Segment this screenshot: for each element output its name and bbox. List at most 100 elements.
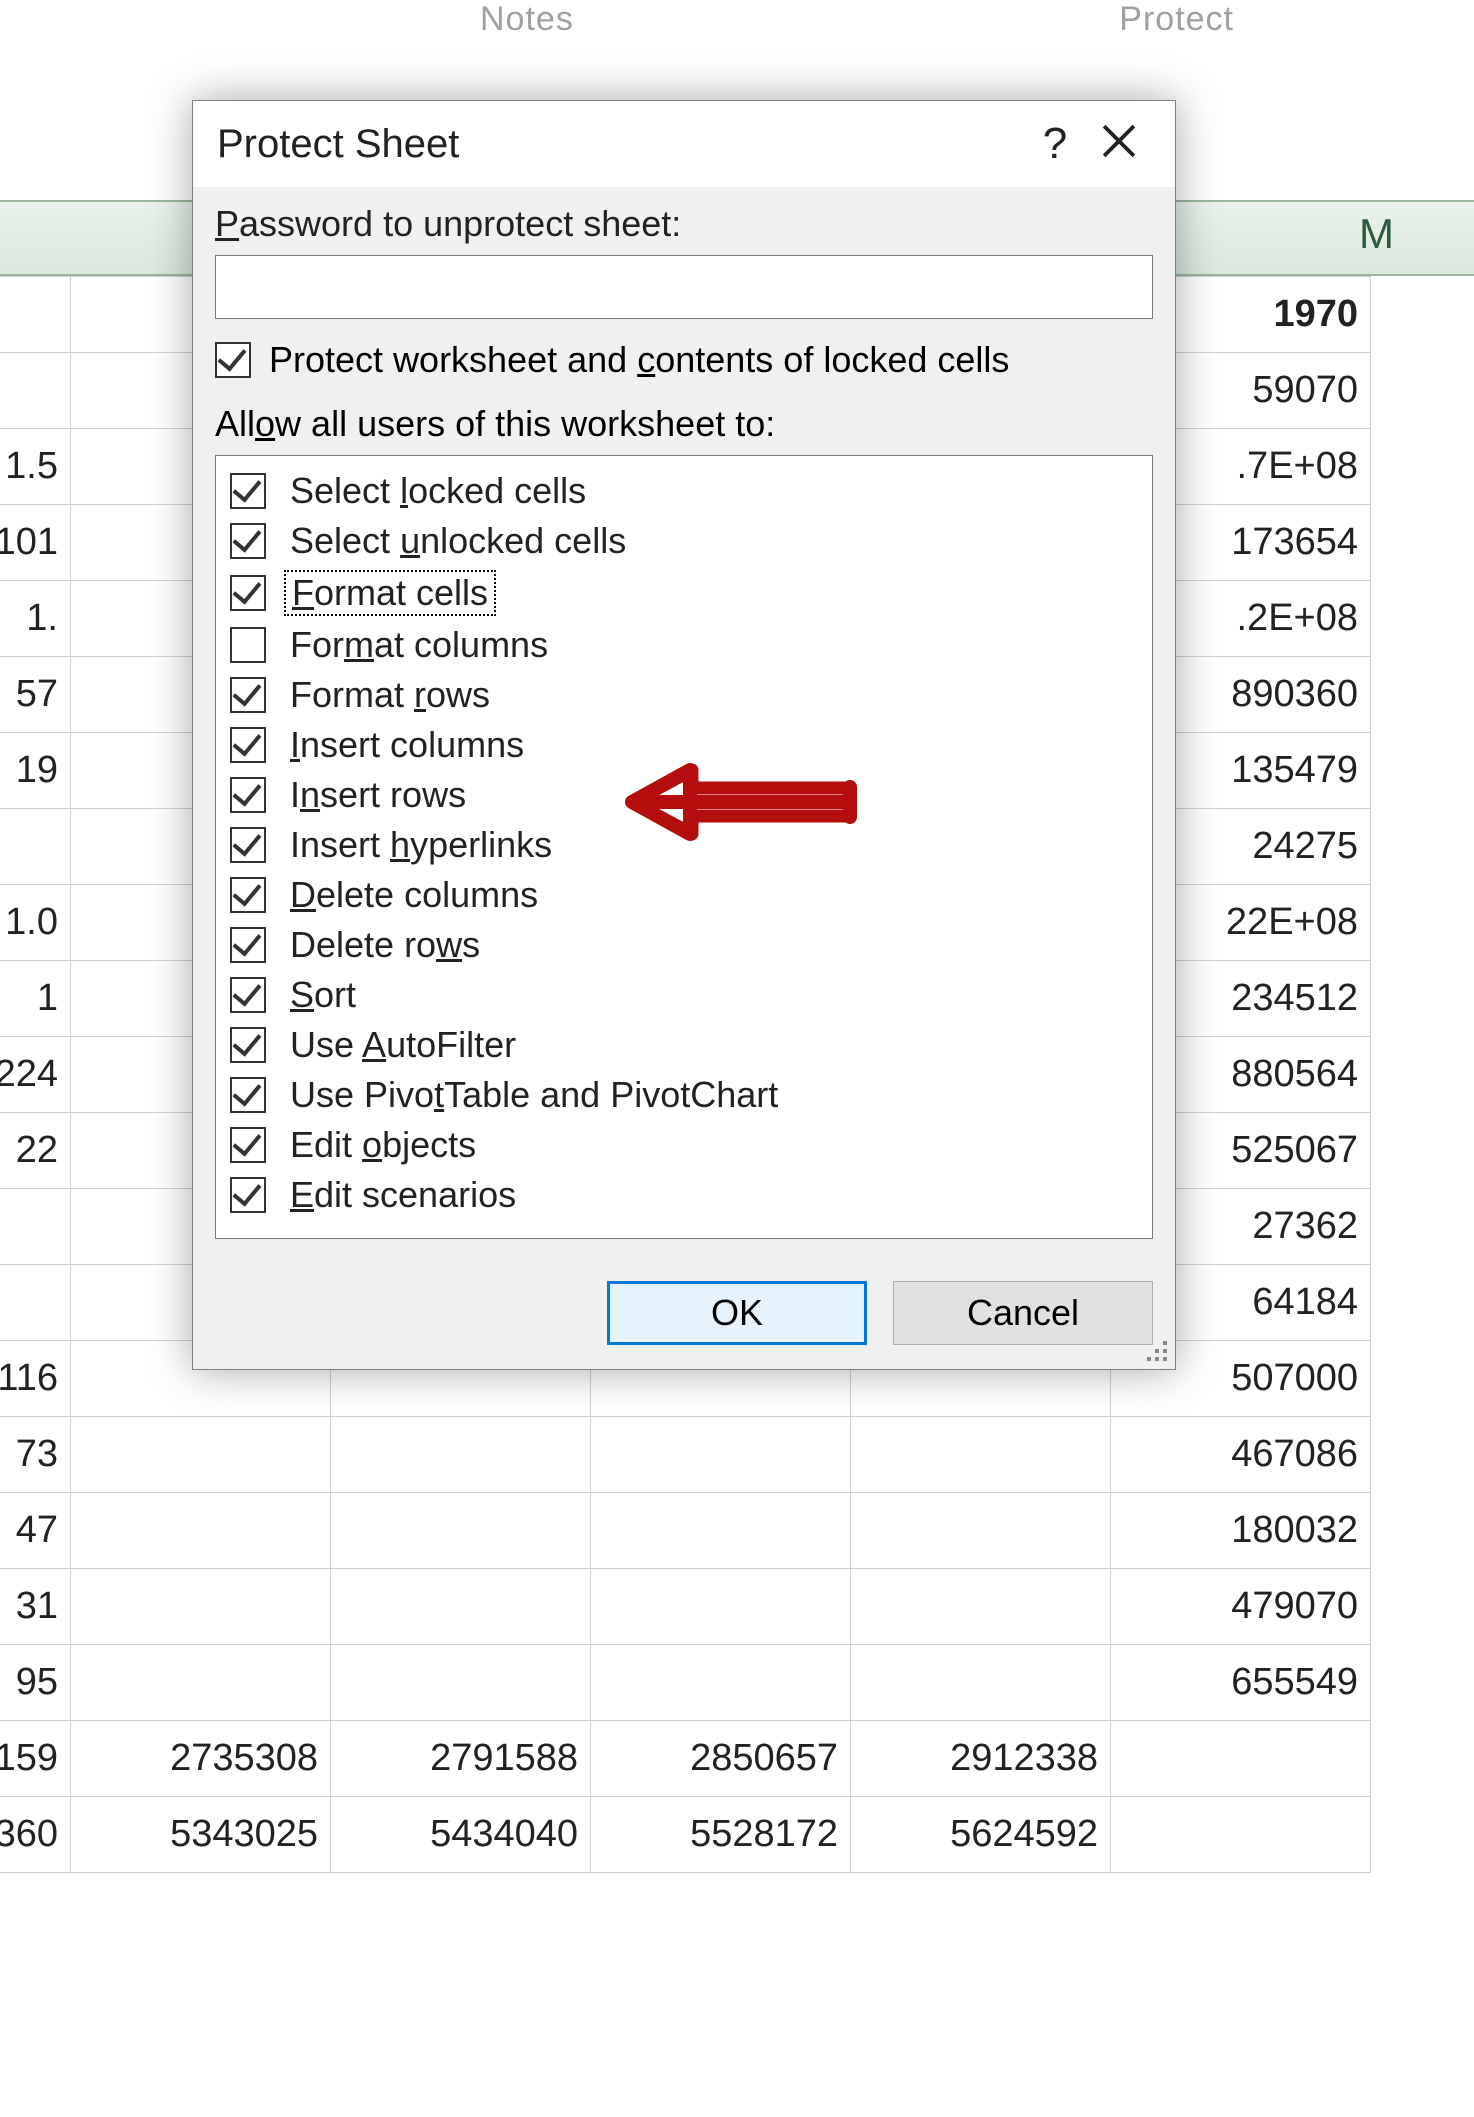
permission-checkbox[interactable] xyxy=(230,523,266,559)
dialog-title: Protect Sheet xyxy=(217,122,1023,167)
cell[interactable] xyxy=(0,353,71,429)
permission-checkbox[interactable] xyxy=(230,627,266,663)
permission-label: Insert rows xyxy=(284,774,472,816)
cell[interactable]: 467086 xyxy=(1111,1417,1371,1493)
password-input[interactable] xyxy=(215,255,1153,319)
permission-label: Format rows xyxy=(284,674,496,716)
column-header-m[interactable]: M xyxy=(1359,210,1394,258)
permission-row-13[interactable]: Edit objects xyxy=(230,1120,1138,1170)
cell[interactable]: 1. xyxy=(0,581,71,657)
ok-button[interactable]: OK xyxy=(607,1281,867,1345)
permission-row-10[interactable]: Sort xyxy=(230,970,1138,1020)
cell[interactable]: 57 xyxy=(0,657,71,733)
cell[interactable]: 1.0 xyxy=(0,885,71,961)
cell[interactable]: 5434040 xyxy=(331,1797,591,1873)
cell[interactable] xyxy=(331,1493,591,1569)
cell[interactable]: 101 xyxy=(0,505,71,581)
cell[interactable]: 2850657 xyxy=(591,1721,851,1797)
permission-checkbox[interactable] xyxy=(230,1027,266,1063)
cell[interactable] xyxy=(0,809,71,885)
close-icon[interactable] xyxy=(1087,119,1151,169)
permission-row-1[interactable]: Select unlocked cells xyxy=(230,516,1138,566)
permission-row-2[interactable]: Format cells xyxy=(230,566,1138,620)
password-label: Password to unprotect sheet: xyxy=(215,203,1153,245)
cell[interactable]: 19 xyxy=(0,733,71,809)
cell[interactable] xyxy=(1111,1721,1371,1797)
permission-row-9[interactable]: Delete rows xyxy=(230,920,1138,970)
permission-checkbox[interactable] xyxy=(230,473,266,509)
permission-row-7[interactable]: Insert hyperlinks xyxy=(230,820,1138,870)
cell[interactable]: 479070 xyxy=(1111,1569,1371,1645)
cell[interactable] xyxy=(71,1569,331,1645)
cell[interactable]: 5343025 xyxy=(71,1797,331,1873)
help-icon[interactable]: ? xyxy=(1023,119,1087,169)
permission-label: Format columns xyxy=(284,624,554,666)
cell[interactable]: 1 xyxy=(0,961,71,1037)
cell[interactable]: 224 xyxy=(0,1037,71,1113)
cell[interactable] xyxy=(331,1569,591,1645)
protect-contents-checkbox-row[interactable]: Protect worksheet and contents of locked… xyxy=(215,339,1153,381)
cell[interactable]: 655549 xyxy=(1111,1645,1371,1721)
cell[interactable]: 2735308 xyxy=(71,1721,331,1797)
permission-checkbox[interactable] xyxy=(230,927,266,963)
permission-checkbox[interactable] xyxy=(230,575,266,611)
cell[interactable] xyxy=(591,1493,851,1569)
permission-row-4[interactable]: Format rows xyxy=(230,670,1138,720)
permission-checkbox[interactable] xyxy=(230,677,266,713)
cell[interactable]: 47 xyxy=(0,1493,71,1569)
cell[interactable]: 2791588 xyxy=(331,1721,591,1797)
cell[interactable] xyxy=(0,277,71,353)
permission-checkbox[interactable] xyxy=(230,727,266,763)
permission-checkbox[interactable] xyxy=(230,827,266,863)
cell[interactable]: 2912338 xyxy=(851,1721,1111,1797)
permission-checkbox[interactable] xyxy=(230,1077,266,1113)
cell[interactable] xyxy=(331,1645,591,1721)
cell[interactable]: 5624592 xyxy=(851,1797,1111,1873)
cell[interactable]: 95 xyxy=(0,1645,71,1721)
cell[interactable] xyxy=(591,1645,851,1721)
cell[interactable] xyxy=(851,1569,1111,1645)
cell[interactable] xyxy=(591,1417,851,1493)
permission-row-11[interactable]: Use AutoFilter xyxy=(230,1020,1138,1070)
cell[interactable]: 5528172 xyxy=(591,1797,851,1873)
cell[interactable] xyxy=(71,1417,331,1493)
permission-row-5[interactable]: Insert columns xyxy=(230,720,1138,770)
cell[interactable] xyxy=(851,1645,1111,1721)
cell[interactable] xyxy=(851,1417,1111,1493)
cell[interactable] xyxy=(851,1493,1111,1569)
cell[interactable]: 31 xyxy=(0,1569,71,1645)
cell[interactable] xyxy=(1111,1797,1371,1873)
protect-contents-checkbox[interactable] xyxy=(215,342,251,378)
permission-label: Use AutoFilter xyxy=(284,1024,522,1066)
permission-row-0[interactable]: Select locked cells xyxy=(230,466,1138,516)
cell[interactable]: 2682159 xyxy=(0,1721,71,1797)
cell[interactable] xyxy=(591,1569,851,1645)
permission-checkbox[interactable] xyxy=(230,1127,266,1163)
permission-row-8[interactable]: Delete columns xyxy=(230,870,1138,920)
permission-label: Format cells xyxy=(284,570,496,616)
cell[interactable] xyxy=(0,1189,71,1265)
cell[interactable] xyxy=(71,1493,331,1569)
permission-row-12[interactable]: Use PivotTable and PivotChart xyxy=(230,1070,1138,1120)
permission-checkbox[interactable] xyxy=(230,877,266,913)
cell[interactable]: 1.5 xyxy=(0,429,71,505)
cell[interactable] xyxy=(0,1265,71,1341)
cancel-button[interactable]: Cancel xyxy=(893,1281,1153,1345)
dialog-body: Password to unprotect sheet: Protect wor… xyxy=(193,187,1175,1259)
permission-row-14[interactable]: Edit scenarios xyxy=(230,1170,1138,1220)
permission-row-6[interactable]: Insert rows xyxy=(230,770,1138,820)
resize-grip-icon[interactable] xyxy=(1143,1337,1169,1363)
cell[interactable] xyxy=(331,1417,591,1493)
permissions-listbox[interactable]: Select locked cellsSelect unlocked cells… xyxy=(215,455,1153,1239)
permission-label: Edit scenarios xyxy=(284,1174,522,1216)
cell[interactable]: 5256360 xyxy=(0,1797,71,1873)
permission-row-3[interactable]: Format columns xyxy=(230,620,1138,670)
permission-checkbox[interactable] xyxy=(230,977,266,1013)
cell[interactable]: 116 xyxy=(0,1341,71,1417)
cell[interactable]: 73 xyxy=(0,1417,71,1493)
cell[interactable] xyxy=(71,1645,331,1721)
cell[interactable]: 180032 xyxy=(1111,1493,1371,1569)
permission-checkbox[interactable] xyxy=(230,1177,266,1213)
permission-checkbox[interactable] xyxy=(230,777,266,813)
cell[interactable]: 22 xyxy=(0,1113,71,1189)
